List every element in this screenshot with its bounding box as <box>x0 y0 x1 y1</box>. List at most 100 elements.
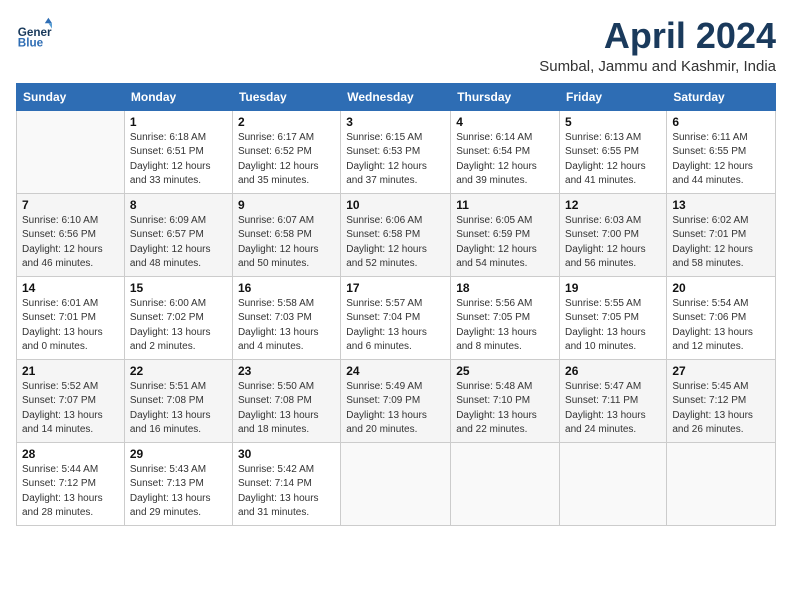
calendar-cell: 25 Sunrise: 5:48 AM Sunset: 7:10 PM Dayli… <box>451 359 560 442</box>
calendar-cell: 15 Sunrise: 6:00 AM Sunset: 7:02 PM Dayli… <box>124 276 232 359</box>
day-number: 8 <box>130 198 227 212</box>
day-info: Sunrise: 5:44 AM Sunset: 7:12 PM Dayligh… <box>22 463 119 521</box>
column-header-friday: Friday <box>560 83 667 110</box>
day-info: Sunrise: 5:57 AM Sunset: 7:04 PM Dayligh… <box>346 297 445 355</box>
day-number: 12 <box>565 198 661 212</box>
calendar-cell: 4 Sunrise: 6:14 AM Sunset: 6:54 PM Daylig… <box>451 110 560 193</box>
day-number: 15 <box>130 281 227 295</box>
calendar-cell: 13 Sunrise: 6:02 AM Sunset: 7:01 PM Dayli… <box>667 193 776 276</box>
day-info: Sunrise: 5:47 AM Sunset: 7:11 PM Dayligh… <box>565 380 661 438</box>
day-info: Sunrise: 5:55 AM Sunset: 7:05 PM Dayligh… <box>565 297 661 355</box>
calendar-cell: 19Sunrise: 5:55 AM Sunset: 7:05 PM Dayli… <box>560 276 667 359</box>
calendar-cell <box>667 442 776 525</box>
day-number: 7 <box>22 198 119 212</box>
day-number: 3 <box>346 115 445 129</box>
calendar-cell: 12 Sunrise: 6:03 AM Sunset: 7:00 PM Dayli… <box>560 193 667 276</box>
day-number: 5 <box>565 115 661 129</box>
day-info: Sunrise: 6:02 AM Sunset: 7:01 PM Dayligh… <box>672 214 770 272</box>
month-title: April 2024 <box>539 16 776 56</box>
calendar-week-4: 28Sunrise: 5:44 AM Sunset: 7:12 PM Dayli… <box>17 442 776 525</box>
location-title: Sumbal, Jammu and Kashmir, India <box>539 58 776 75</box>
day-info: Sunrise: 5:50 AM Sunset: 7:08 PM Dayligh… <box>238 380 335 438</box>
logo-icon: General Blue <box>16 16 52 52</box>
day-number: 18 <box>456 281 554 295</box>
day-info: Sunrise: 5:48 AM Sunset: 7:10 PM Dayligh… <box>456 380 554 438</box>
day-number: 24 <box>346 364 445 378</box>
day-number: 14 <box>22 281 119 295</box>
day-info: Sunrise: 5:58 AM Sunset: 7:03 PM Dayligh… <box>238 297 335 355</box>
day-info: Sunrise: 5:43 AM Sunset: 7:13 PM Dayligh… <box>130 463 227 521</box>
calendar-week-3: 21 Sunrise: 5:52 AM Sunset: 7:07 PM Dayli… <box>17 359 776 442</box>
calendar-cell: 28Sunrise: 5:44 AM Sunset: 7:12 PM Dayli… <box>17 442 125 525</box>
calendar-cell: 24Sunrise: 5:49 AM Sunset: 7:09 PM Dayli… <box>341 359 451 442</box>
day-info: Sunrise: 5:42 AM Sunset: 7:14 PM Dayligh… <box>238 463 335 521</box>
day-info: Sunrise: 6:03 AM Sunset: 7:00 PM Dayligh… <box>565 214 661 272</box>
calendar-cell: 23 Sunrise: 5:50 AM Sunset: 7:08 PM Dayli… <box>232 359 340 442</box>
day-number: 25 <box>456 364 554 378</box>
calendar-cell <box>17 110 125 193</box>
calendar-cell: 16 Sunrise: 5:58 AM Sunset: 7:03 PM Dayli… <box>232 276 340 359</box>
day-number: 9 <box>238 198 335 212</box>
day-info: Sunrise: 5:56 AM Sunset: 7:05 PM Dayligh… <box>456 297 554 355</box>
logo: General Blue <box>16 16 56 52</box>
title-block: April 2024 Sumbal, Jammu and Kashmir, In… <box>539 16 776 75</box>
calendar-table: SundayMondayTuesdayWednesdayThursdayFrid… <box>16 83 776 526</box>
day-info: Sunrise: 6:10 AM Sunset: 6:56 PM Dayligh… <box>22 214 119 272</box>
column-header-wednesday: Wednesday <box>341 83 451 110</box>
calendar-cell: 21 Sunrise: 5:52 AM Sunset: 7:07 PM Dayli… <box>17 359 125 442</box>
calendar-header-row: SundayMondayTuesdayWednesdayThursdayFrid… <box>17 83 776 110</box>
day-number: 20 <box>672 281 770 295</box>
calendar-cell: 20Sunrise: 5:54 AM Sunset: 7:06 PM Dayli… <box>667 276 776 359</box>
day-info: Sunrise: 6:13 AM Sunset: 6:55 PM Dayligh… <box>565 131 661 189</box>
svg-text:Blue: Blue <box>18 37 44 50</box>
calendar-cell: 26 Sunrise: 5:47 AM Sunset: 7:11 PM Dayli… <box>560 359 667 442</box>
day-number: 16 <box>238 281 335 295</box>
day-info: Sunrise: 6:14 AM Sunset: 6:54 PM Dayligh… <box>456 131 554 189</box>
calendar-cell: 10Sunrise: 6:06 AM Sunset: 6:58 PM Dayli… <box>341 193 451 276</box>
day-number: 22 <box>130 364 227 378</box>
calendar-cell: 14 Sunrise: 6:01 AM Sunset: 7:01 PM Dayli… <box>17 276 125 359</box>
day-info: Sunrise: 6:15 AM Sunset: 6:53 PM Dayligh… <box>346 131 445 189</box>
day-info: Sunrise: 6:00 AM Sunset: 7:02 PM Dayligh… <box>130 297 227 355</box>
column-header-saturday: Saturday <box>667 83 776 110</box>
calendar-cell: 27Sunrise: 5:45 AM Sunset: 7:12 PM Dayli… <box>667 359 776 442</box>
calendar-cell: 3 Sunrise: 6:15 AM Sunset: 6:53 PM Daylig… <box>341 110 451 193</box>
calendar-week-1: 7 Sunrise: 6:10 AM Sunset: 6:56 PM Daylig… <box>17 193 776 276</box>
day-number: 13 <box>672 198 770 212</box>
day-info: Sunrise: 6:11 AM Sunset: 6:55 PM Dayligh… <box>672 131 770 189</box>
calendar-cell: 30 Sunrise: 5:42 AM Sunset: 7:14 PM Dayli… <box>232 442 340 525</box>
day-number: 1 <box>130 115 227 129</box>
day-number: 10 <box>346 198 445 212</box>
calendar-cell: 9Sunrise: 6:07 AM Sunset: 6:58 PM Daylig… <box>232 193 340 276</box>
day-number: 17 <box>346 281 445 295</box>
day-number: 23 <box>238 364 335 378</box>
day-info: Sunrise: 6:09 AM Sunset: 6:57 PM Dayligh… <box>130 214 227 272</box>
calendar-cell: 6 Sunrise: 6:11 AM Sunset: 6:55 PM Daylig… <box>667 110 776 193</box>
day-number: 11 <box>456 198 554 212</box>
day-info: Sunrise: 5:52 AM Sunset: 7:07 PM Dayligh… <box>22 380 119 438</box>
calendar-cell: 2 Sunrise: 6:17 AM Sunset: 6:52 PM Daylig… <box>232 110 340 193</box>
calendar-cell: 18 Sunrise: 5:56 AM Sunset: 7:05 PM Dayli… <box>451 276 560 359</box>
calendar-cell: 5 Sunrise: 6:13 AM Sunset: 6:55 PM Daylig… <box>560 110 667 193</box>
calendar-cell: 1 Sunrise: 6:18 AM Sunset: 6:51 PM Daylig… <box>124 110 232 193</box>
calendar-cell: 29 Sunrise: 5:43 AM Sunset: 7:13 PM Dayli… <box>124 442 232 525</box>
calendar-cell: 22 Sunrise: 5:51 AM Sunset: 7:08 PM Dayli… <box>124 359 232 442</box>
day-number: 30 <box>238 447 335 461</box>
day-info: Sunrise: 6:05 AM Sunset: 6:59 PM Dayligh… <box>456 214 554 272</box>
day-info: Sunrise: 5:51 AM Sunset: 7:08 PM Dayligh… <box>130 380 227 438</box>
day-number: 21 <box>22 364 119 378</box>
calendar-cell <box>451 442 560 525</box>
day-info: Sunrise: 6:18 AM Sunset: 6:51 PM Dayligh… <box>130 131 227 189</box>
day-number: 2 <box>238 115 335 129</box>
day-info: Sunrise: 6:17 AM Sunset: 6:52 PM Dayligh… <box>238 131 335 189</box>
day-info: Sunrise: 5:45 AM Sunset: 7:12 PM Dayligh… <box>672 380 770 438</box>
calendar-cell: 7 Sunrise: 6:10 AM Sunset: 6:56 PM Daylig… <box>17 193 125 276</box>
day-number: 6 <box>672 115 770 129</box>
column-header-thursday: Thursday <box>451 83 560 110</box>
day-number: 26 <box>565 364 661 378</box>
day-info: Sunrise: 6:01 AM Sunset: 7:01 PM Dayligh… <box>22 297 119 355</box>
page-header: General Blue April 2024 Sumbal, Jammu an… <box>16 16 776 75</box>
day-number: 29 <box>130 447 227 461</box>
day-number: 4 <box>456 115 554 129</box>
calendar-cell: 17 Sunrise: 5:57 AM Sunset: 7:04 PM Dayli… <box>341 276 451 359</box>
